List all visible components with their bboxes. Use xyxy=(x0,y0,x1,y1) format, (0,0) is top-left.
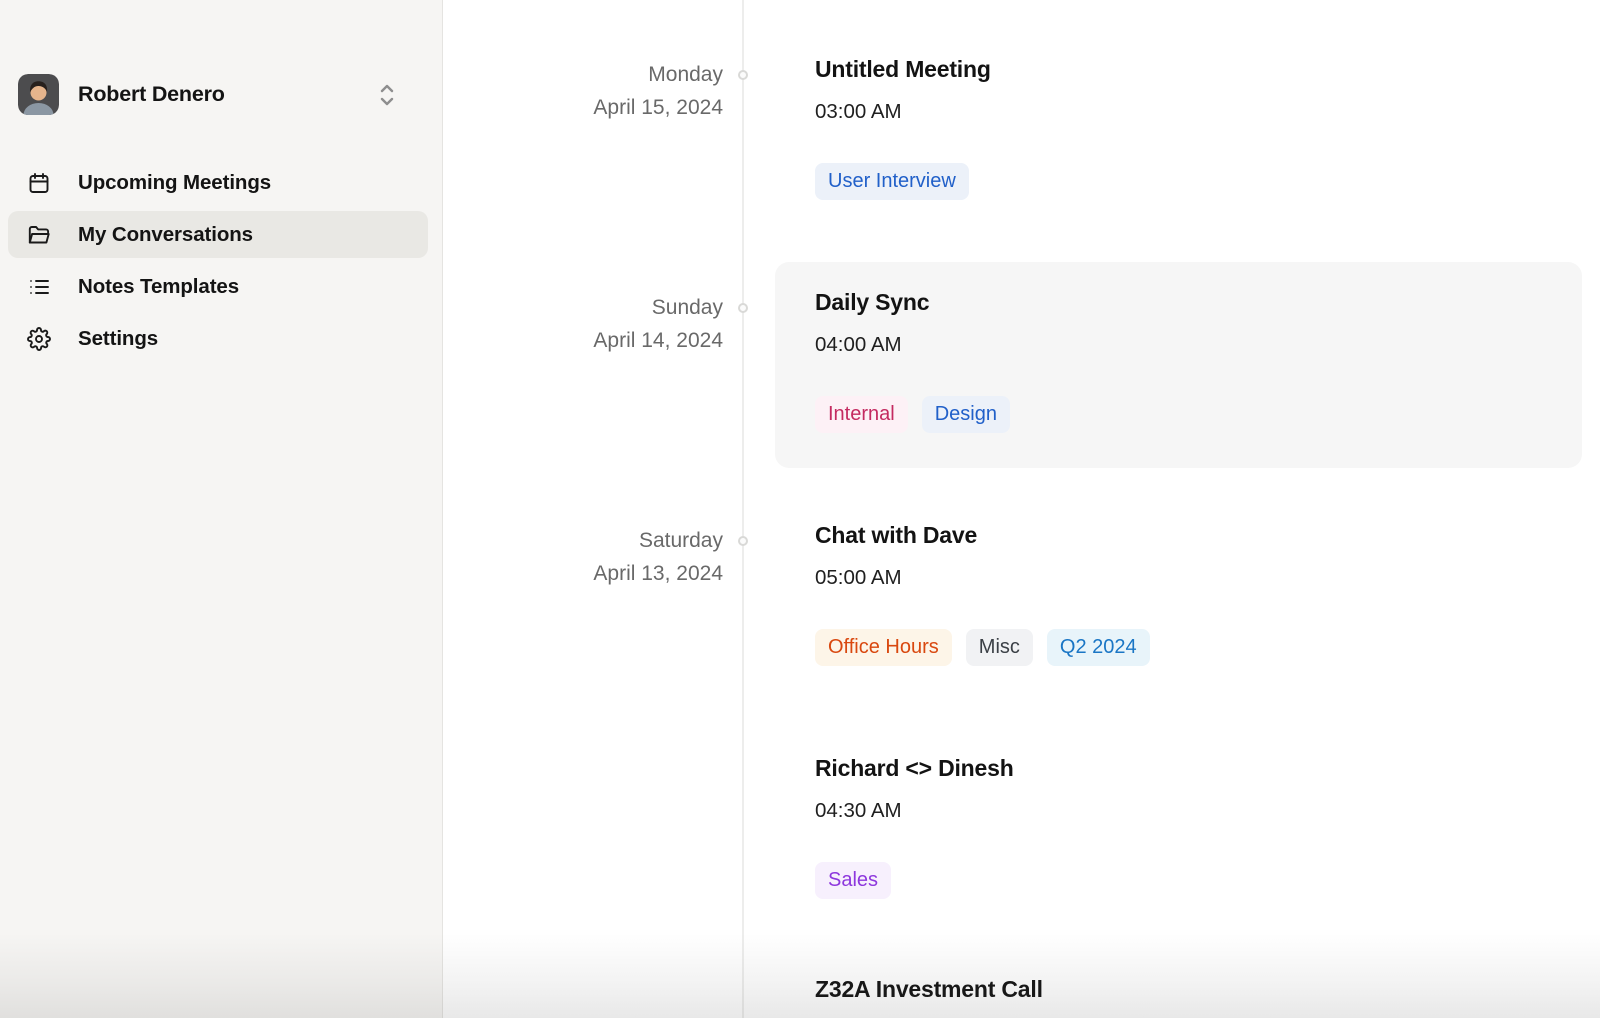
tag-row: Internal Design xyxy=(815,396,1010,433)
tag-row: Office Hours Misc Q2 2024 xyxy=(815,629,1150,666)
date-day: Sunday xyxy=(444,291,723,324)
meeting-time: 04:30 AM xyxy=(815,797,1014,824)
meeting-content: Z32A Investment Call xyxy=(815,974,1043,1004)
meeting-time: 04:00 AM xyxy=(815,331,1010,358)
list-icon xyxy=(27,275,51,299)
tag-row: User Interview xyxy=(815,163,991,200)
meeting-content: Untitled Meeting 03:00 AM User Interview xyxy=(815,54,991,200)
date-label: MondayApril 15, 2024 xyxy=(444,58,723,124)
meeting-title: Daily Sync xyxy=(815,287,1010,317)
date-full: April 13, 2024 xyxy=(444,557,723,590)
sidebar: Robert Denero Upcoming Meeti xyxy=(0,0,443,1018)
sidebar-item-label: Settings xyxy=(78,327,158,351)
meeting-time: 05:00 AM xyxy=(815,564,1150,591)
sidebar-nav: Upcoming Meetings My Conversations xyxy=(8,159,428,362)
meeting-tag[interactable]: Q2 2024 xyxy=(1047,629,1150,666)
date-full: April 14, 2024 xyxy=(444,324,723,357)
meeting-title: Richard <> Dinesh xyxy=(815,753,1014,783)
gear-icon xyxy=(27,327,51,351)
timeline-dot xyxy=(738,70,748,80)
sidebar-item-label: My Conversations xyxy=(78,223,253,247)
meeting-time: 03:00 AM xyxy=(815,98,991,125)
sidebar-item-my-conversations[interactable]: My Conversations xyxy=(8,211,428,258)
conversations-timeline: MondayApril 15, 2024 Untitled Meeting 03:0… xyxy=(444,0,1600,1018)
meeting-tag[interactable]: Office Hours xyxy=(815,629,952,666)
date-label: SundayApril 14, 2024 xyxy=(444,291,723,357)
folder-icon xyxy=(27,223,51,247)
meeting-content: Richard <> Dinesh 04:30 AM Sales xyxy=(815,753,1014,899)
meeting-title: Chat with Dave xyxy=(815,520,1150,550)
timeline-dot xyxy=(738,536,748,546)
user-avatar xyxy=(18,74,59,115)
meeting-tag[interactable]: Design xyxy=(922,396,1010,433)
sidebar-item-settings[interactable]: Settings xyxy=(8,315,428,362)
meeting-tag[interactable]: Misc xyxy=(966,629,1033,666)
sidebar-item-notes-templates[interactable]: Notes Templates xyxy=(8,263,428,310)
sidebar-item-upcoming-meetings[interactable]: Upcoming Meetings xyxy=(8,159,428,206)
meeting-tag[interactable]: User Interview xyxy=(815,163,969,200)
meeting-content: Chat with Dave 05:00 AM Office Hours Misc Q2… xyxy=(815,520,1150,666)
timeline-line xyxy=(742,0,744,1018)
tag-row: Sales xyxy=(815,862,1014,899)
meeting-title: Z32A Investment Call xyxy=(815,974,1043,1004)
app-window: Robert Denero Upcoming Meeti xyxy=(0,0,1600,1018)
timeline-dot xyxy=(738,303,748,313)
sidebar-item-label: Notes Templates xyxy=(78,275,239,299)
chevron-up-down-icon[interactable] xyxy=(375,81,399,109)
user-name: Robert Denero xyxy=(78,82,225,107)
meeting-content: Daily Sync 04:00 AM Internal Design xyxy=(815,287,1010,433)
date-day: Monday xyxy=(444,58,723,91)
sidebar-item-label: Upcoming Meetings xyxy=(78,171,271,195)
date-day: Saturday xyxy=(444,524,723,557)
meeting-tag[interactable]: Sales xyxy=(815,862,891,899)
calendar-icon xyxy=(27,171,51,195)
date-full: April 15, 2024 xyxy=(444,91,723,124)
meeting-tag[interactable]: Internal xyxy=(815,396,908,433)
meeting-title: Untitled Meeting xyxy=(815,54,991,84)
user-account-switcher[interactable]: Robert Denero xyxy=(18,71,424,117)
date-label: SaturdayApril 13, 2024 xyxy=(444,524,723,590)
